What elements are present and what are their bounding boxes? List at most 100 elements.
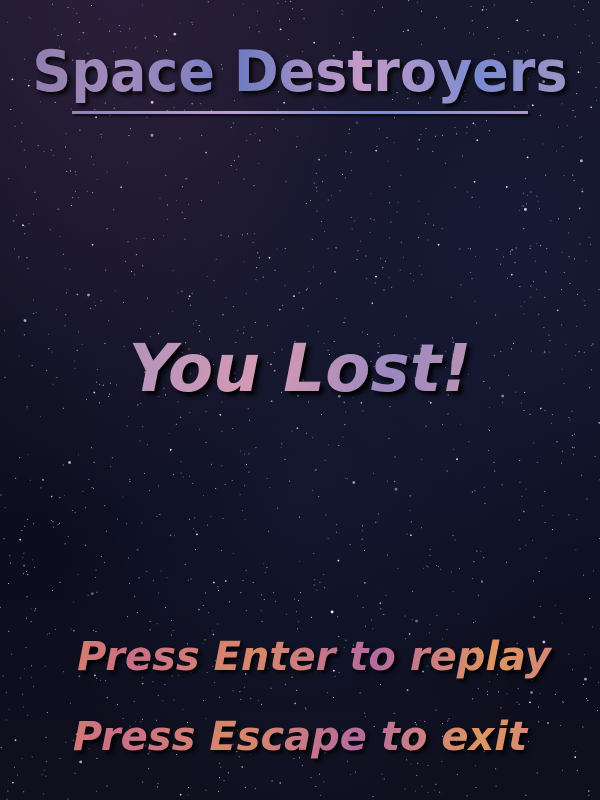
star [245,463,247,465]
star [476,550,478,552]
star [337,559,340,562]
star [261,126,263,128]
star [337,616,339,618]
star [427,791,429,793]
star [496,248,498,250]
star [525,544,527,546]
star [217,585,219,587]
star [59,581,61,583]
star [169,450,171,451]
star [561,462,562,464]
star [96,591,98,593]
star [389,202,391,204]
star [116,704,118,706]
star [248,453,250,455]
star [364,582,366,584]
star [336,298,338,300]
star [27,574,29,576]
star [342,173,344,175]
star [536,772,538,774]
star [179,793,182,796]
star [173,474,174,476]
star [184,238,186,240]
star [344,177,346,179]
star [338,445,340,446]
star [43,793,45,795]
star [568,416,570,418]
star [375,149,378,152]
star [521,495,523,497]
star [218,791,220,792]
star [198,608,200,611]
star [522,205,524,207]
star [8,178,10,180]
star [433,224,435,226]
star [312,108,315,110]
star [110,466,112,468]
star [218,696,220,698]
star [587,19,589,21]
star [346,760,348,762]
star [514,106,516,108]
star [356,259,358,260]
star [113,209,115,211]
star [285,1,287,3]
star [205,411,207,413]
star [9,555,11,557]
star [319,581,321,583]
star [489,430,490,432]
star [11,653,13,655]
star [106,228,108,230]
star [222,313,224,316]
star [220,766,222,768]
star [598,289,600,290]
star [345,411,347,413]
star [205,592,207,594]
star [259,140,261,142]
star [538,571,540,572]
star [13,766,15,768]
star [239,691,241,692]
star [306,287,308,289]
star [359,240,361,242]
star [223,780,225,782]
star [488,428,490,430]
star [411,619,413,621]
star [100,555,102,557]
star [382,6,384,8]
star [414,790,416,792]
star [409,495,411,497]
star [289,18,290,20]
star [390,221,392,223]
star [184,218,186,220]
star [212,630,214,632]
star [228,601,230,603]
star [561,622,563,624]
star [90,307,92,309]
star [187,579,189,581]
star [239,450,241,452]
star [324,587,326,589]
star [93,630,94,631]
star [563,175,565,176]
star [64,543,66,545]
star [412,590,413,592]
star [278,308,281,311]
star [316,469,317,471]
star [349,544,351,546]
star [532,580,534,582]
star [188,203,189,205]
star [246,139,248,141]
star [498,691,500,693]
star [539,208,540,210]
star [396,211,398,213]
star [470,248,471,250]
star [472,122,475,125]
star [536,288,537,290]
star [180,472,182,474]
star [413,280,415,282]
star [361,525,363,527]
star [313,182,315,184]
star [362,607,364,609]
star [213,581,215,584]
